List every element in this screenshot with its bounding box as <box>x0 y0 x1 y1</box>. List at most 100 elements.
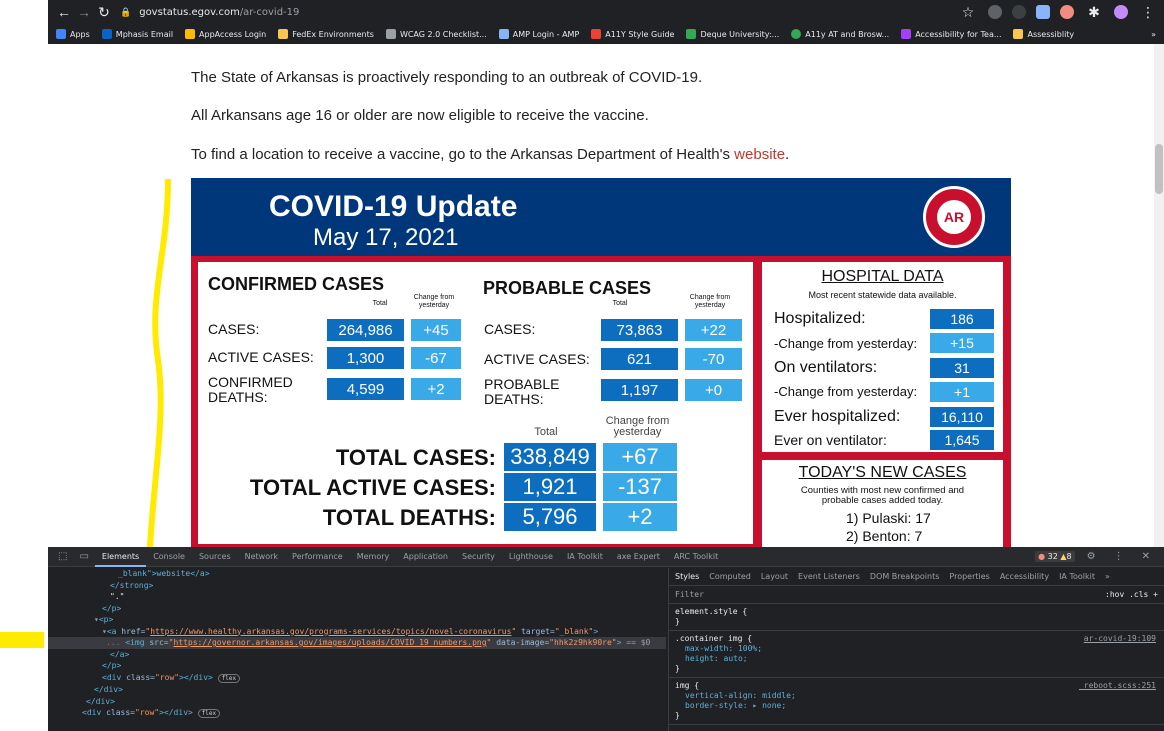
bookmark[interactable]: Mphasis Email <box>101 29 173 39</box>
total-deaths-value: 5,796 <box>504 503 596 531</box>
bookmark-icon <box>591 29 602 39</box>
tab-memory[interactable]: Memory <box>350 552 397 561</box>
dom-node[interactable]: ▾<p> <box>48 614 666 626</box>
tab-elements[interactable]: Elements <box>94 546 147 567</box>
flex-badge[interactable]: flex <box>197 709 221 718</box>
totals-change-sub: Change from yesterday <box>605 415 670 438</box>
flex-badge[interactable]: flex <box>217 673 241 683</box>
tab-accessibility[interactable]: Accessibility <box>1000 572 1049 581</box>
dom-tree[interactable]: _blank">website</a> </strong> "." </p> ▾… <box>48 568 666 731</box>
styles-filter-tools[interactable]: :hov .cls + <box>1105 590 1158 599</box>
ever-ventilator-label: Ever on ventilator: <box>774 432 887 448</box>
devtools-menu-icon[interactable]: ⋮ <box>1108 551 1130 562</box>
bookmark[interactable]: Deque University:... <box>686 29 779 39</box>
extension-icon[interactable] <box>1060 5 1074 19</box>
devtools-panel: ⬚ ▭ Elements Console Sources Network Per… <box>48 547 1164 731</box>
tab-security[interactable]: Security <box>455 552 502 561</box>
tab-layout[interactable]: Layout <box>761 572 788 581</box>
tab-ia-toolkit-pane[interactable]: IA Toolkit <box>1059 572 1095 581</box>
tab-arc-toolkit[interactable]: ARC Toolkit <box>667 552 725 561</box>
hospital-subtitle: Most recent statewide data available. <box>808 290 957 300</box>
new-case-item: 1) Pulaski: 17 <box>846 510 931 526</box>
bookmark[interactable]: Apps <box>56 29 90 39</box>
ever-hospitalized-label: Ever hospitalized: <box>774 408 901 425</box>
dom-node[interactable]: _blank">website</a> <box>48 568 666 580</box>
extension-icons: ☆ ✱ ⋮ <box>958 4 1158 21</box>
hospital-title: HOSPITAL DATA <box>821 268 944 285</box>
extension-icon[interactable] <box>1012 5 1026 19</box>
probable-cases-change: +22 <box>685 319 742 341</box>
dom-node[interactable]: </div> <box>48 684 666 696</box>
bookmark[interactable]: Assessiblity <box>1013 29 1074 39</box>
tab-performance[interactable]: Performance <box>285 552 350 561</box>
puzzle-icon[interactable]: ✱ <box>1084 4 1104 21</box>
more-tabs-icon[interactable]: » <box>1105 572 1110 581</box>
reload-icon[interactable]: ↻ <box>94 4 114 21</box>
tab-axe-expert[interactable]: axe Expert <box>610 552 667 561</box>
tab-console[interactable]: Console <box>146 552 192 561</box>
totals-total-sub: Total <box>534 426 558 438</box>
check-circle-icon <box>791 29 802 39</box>
bookmark[interactable]: Accessibility for Tea... <box>901 29 1001 39</box>
css-rule[interactable]: element.style { } <box>669 604 1164 631</box>
new-cases-panel: TODAY'S NEW CASES Counties with most new… <box>762 460 1003 548</box>
menu-kebab-icon[interactable]: ⋮ <box>1138 4 1158 21</box>
hospitalized-change-label: -Change from yesterday: <box>774 336 918 351</box>
settings-gear-icon[interactable]: ⚙ <box>1081 551 1102 562</box>
css-rule[interactable]: .container img { max-width: 100%; height… <box>669 631 1164 678</box>
tab-styles[interactable]: Styles <box>675 572 699 581</box>
dom-node-selected[interactable]: ... <img src="https://governor.arkansas.… <box>48 637 666 649</box>
bookmarks-overflow-icon[interactable]: » <box>1151 30 1156 39</box>
website-link[interactable]: website <box>734 146 785 163</box>
tab-network[interactable]: Network <box>238 552 285 561</box>
dom-node[interactable]: </strong> <box>48 580 666 592</box>
bookmark[interactable]: AppAccess Login <box>185 29 266 39</box>
dom-node[interactable]: ▾<a href="https://www.healthy.arkansas.g… <box>48 626 666 638</box>
confirmed-cases-change: +45 <box>411 319 461 341</box>
tab-computed[interactable]: Computed <box>709 572 751 581</box>
wave-extension-icon[interactable] <box>988 5 1002 19</box>
bookmark[interactable]: WCAG 2.0 Checklist... <box>385 29 487 39</box>
tab-event-listeners[interactable]: Event Listeners <box>798 572 860 581</box>
dom-node[interactable]: </div> <box>48 696 666 708</box>
bookmark[interactable]: FedEx Environments <box>278 29 374 39</box>
dom-node[interactable]: </a> <box>48 649 666 661</box>
bookmark[interactable]: A11Y Style Guide <box>591 29 674 39</box>
covid-update-graphic[interactable]: COVID-19 Update May 17, 2021 AR CONFIRME… <box>191 178 1011 548</box>
tab-ia-toolkit[interactable]: IA Toolkit <box>560 552 610 561</box>
star-icon[interactable]: ☆ <box>958 4 978 21</box>
styles-filter-input[interactable]: Filter <box>675 590 704 599</box>
inspect-element-icon[interactable]: ⬚ <box>52 551 73 562</box>
back-icon[interactable]: ← <box>54 4 74 20</box>
css-source-link[interactable]: ar-covid-19:109 <box>1084 634 1156 644</box>
lock-icon[interactable]: 🔒 <box>120 7 131 18</box>
scroll-thumb[interactable] <box>1155 144 1163 194</box>
confirmed-heading: CONFIRMED CASES <box>208 274 385 294</box>
forward-icon[interactable]: → <box>74 4 94 20</box>
bookmark[interactable]: A11y AT and Brosw... <box>791 29 889 39</box>
tab-sources[interactable]: Sources <box>192 552 238 561</box>
tab-application[interactable]: Application <box>396 552 455 561</box>
probable-deaths-total: 1,197 <box>601 379 678 401</box>
tab-dom-breakpoints[interactable]: DOM Breakpoints <box>870 572 940 581</box>
probable-total-sub: Total <box>612 300 628 307</box>
extension-icon[interactable] <box>1036 5 1050 19</box>
address-bar[interactable]: govstatus.egov.com/ar-covid-19 <box>139 7 299 18</box>
page-scrollbar[interactable] <box>1154 44 1164 547</box>
dom-node[interactable]: "." <box>48 591 666 603</box>
browser-chrome: ← → ↻ 🔒 govstatus.egov.com/ar-covid-19 ☆… <box>48 0 1164 44</box>
dom-node[interactable]: <div class="row"></div> flex <box>48 707 666 720</box>
css-rule[interactable]: img { vertical-align: middle; border-sty… <box>669 678 1164 725</box>
avatar[interactable] <box>1114 5 1128 19</box>
dom-node[interactable]: </p> <box>48 660 666 672</box>
close-icon[interactable]: ✕ <box>1136 551 1156 562</box>
dom-node[interactable]: <div class="row"></div> flex <box>48 672 666 685</box>
probable-cases-total: 73,863 <box>601 319 678 341</box>
bookmark[interactable]: AMP Login - AMP <box>498 29 579 39</box>
dom-node[interactable]: </p> <box>48 603 666 615</box>
tab-lighthouse[interactable]: Lighthouse <box>502 552 560 561</box>
css-source-link[interactable]: _reboot.scss:251 <box>1079 681 1156 691</box>
tab-properties[interactable]: Properties <box>949 572 989 581</box>
error-warning-badge[interactable]: ● 32 ▲8 <box>1035 551 1075 562</box>
device-toolbar-icon[interactable]: ▭ <box>73 551 94 562</box>
